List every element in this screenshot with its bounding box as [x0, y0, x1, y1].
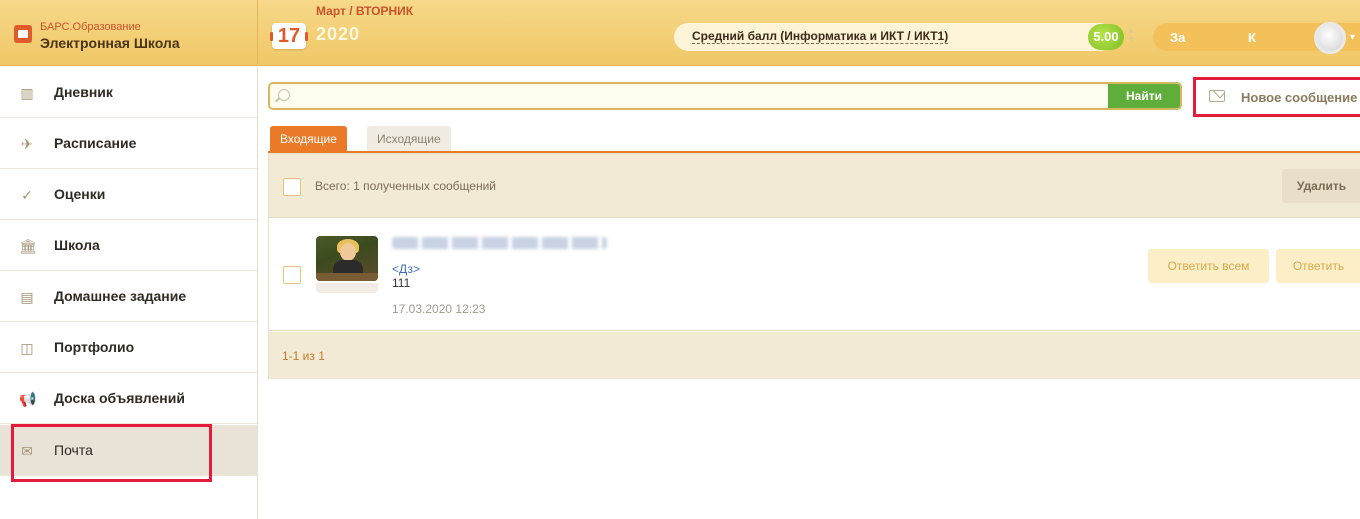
- sender-photo-frame: [316, 283, 378, 293]
- up-down-arrows-icon[interactable]: ▲ ▼: [1127, 26, 1136, 44]
- search-button[interactable]: Найти: [1108, 84, 1180, 108]
- reply-all-button[interactable]: Ответить всем: [1148, 249, 1269, 283]
- sidebar-item-label: Расписание: [54, 135, 137, 151]
- sidebar-item-schedule[interactable]: ✈ Расписание: [0, 118, 258, 169]
- sidebar-item-label: Портфолио: [54, 339, 135, 355]
- sidebar-item-diary[interactable]: ▥ Дневник: [0, 67, 258, 118]
- reply-button[interactable]: Ответить: [1276, 249, 1360, 283]
- average-grade-box: Средний балл (Информатика и ИКТ / ИКТ1): [674, 23, 1114, 51]
- message-list-toolbar: Всего: 1 полученных сообщений Удалить: [269, 154, 1360, 218]
- search-box: [268, 82, 1182, 110]
- sidebar-item-label: Домашнее задание: [54, 288, 187, 304]
- sidebar-item-label: Оценки: [54, 186, 106, 202]
- calendar-day-icon: 17: [270, 23, 308, 49]
- delete-button[interactable]: Удалить: [1282, 169, 1360, 203]
- message-checkbox[interactable]: [283, 266, 301, 284]
- sidebar-item-school[interactable]: 🏛 Школа: [0, 220, 258, 271]
- sender-name-blurred: [392, 237, 607, 249]
- message-row[interactable]: <Дз> 111 17.03.2020 12:23 Ответить всем …: [269, 219, 1360, 331]
- book-icon: ▥: [20, 85, 34, 101]
- homework-icon: ▤: [20, 289, 34, 305]
- total-count: Всего: 1 полученных сообщений: [315, 179, 496, 193]
- sidebar-item-grades[interactable]: ✓ Оценки: [0, 169, 258, 220]
- portfolio-icon: ◫: [20, 340, 34, 356]
- new-message-button[interactable]: Новое сообщение: [1193, 77, 1360, 117]
- pagination-info: 1-1 из 1: [282, 349, 325, 363]
- tab-inbox[interactable]: Входящие: [270, 126, 347, 152]
- logo[interactable]: БАРС.Образование Электронная Школа: [0, 0, 258, 66]
- megaphone-icon: 📢: [19, 391, 37, 407]
- select-all-checkbox[interactable]: [283, 178, 301, 196]
- message-list-panel: Всего: 1 полученных сообщений Удалить <Д…: [268, 153, 1360, 379]
- avatar-icon[interactable]: [1314, 22, 1346, 54]
- message-date: 17.03.2020 12:23: [392, 302, 486, 316]
- sidebar-item-label: Дневник: [54, 84, 113, 100]
- checkmark-icon: ✓: [21, 187, 33, 203]
- logo-product: Электронная Школа: [40, 35, 180, 51]
- envelope-open-icon: [1209, 90, 1225, 102]
- logo-brand: БАРС.Образование: [40, 21, 141, 33]
- message-preview: 111: [392, 276, 411, 290]
- chevron-down-icon[interactable]: ▾: [1350, 32, 1355, 43]
- tab-outbox[interactable]: Исходящие: [367, 126, 451, 152]
- sidebar-item-portfolio[interactable]: ◫ Портфолио: [0, 322, 258, 373]
- new-message-label: Новое сообщение: [1241, 90, 1358, 105]
- search-input[interactable]: [296, 86, 1106, 106]
- paper-plane-icon: ✈: [21, 136, 33, 152]
- sidebar-item-label: Школа: [54, 237, 100, 253]
- sidebar-item-noticeboard[interactable]: 📢 Доска объявлений: [0, 373, 258, 424]
- highlight-mail: [11, 424, 212, 482]
- date-year: 2020: [316, 24, 361, 44]
- average-grade-subject-link[interactable]: Средний балл (Информатика и ИКТ / ИКТ1): [692, 30, 949, 44]
- sidebar-item-homework[interactable]: ▤ Домашнее задание: [0, 271, 258, 322]
- school-building-icon: 🏛: [19, 238, 37, 254]
- average-grade-score: 5.00: [1088, 24, 1124, 50]
- search-icon: [278, 89, 290, 101]
- sender-photo: [316, 236, 378, 281]
- sidebar-item-label: Доска объявлений: [54, 390, 185, 406]
- top-header: БАРС.Образование Электронная Школа 17 Ма…: [0, 0, 1360, 66]
- user-name-last: К: [1248, 30, 1256, 45]
- pagination-bar: 1-1 из 1: [269, 332, 1360, 379]
- user-name-first: За: [1170, 30, 1186, 45]
- message-subject-link[interactable]: <Дз>: [392, 262, 420, 276]
- briefcase-icon: [14, 25, 32, 43]
- date-month-weekday: Март / ВТОРНИК: [316, 4, 414, 18]
